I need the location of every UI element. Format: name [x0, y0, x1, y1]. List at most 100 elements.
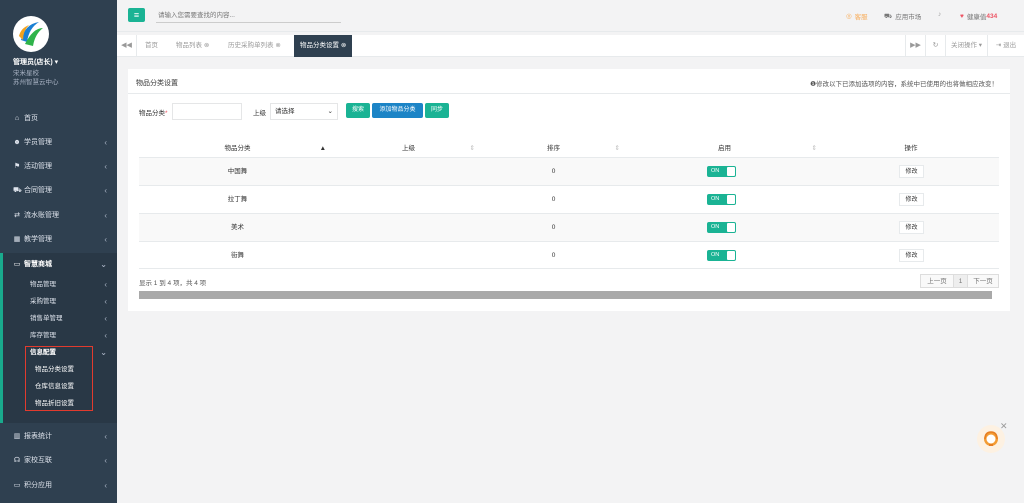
sort-icon: ⇕ [614, 145, 620, 152]
prev-page-button[interactable]: 上一页 [920, 274, 954, 288]
submenu-item-inventory[interactable]: 库存管理 ‹ [30, 329, 115, 343]
category-input[interactable] [172, 103, 242, 120]
close-icon[interactable]: ⊗ [341, 42, 346, 49]
sort-asc-icon: ▲ [319, 145, 326, 152]
bell-icon[interactable]: ♪ [938, 11, 941, 18]
sidebar-item-students[interactable]: ☻ 学员管理 ‹ [0, 132, 117, 152]
edit-button[interactable]: 修改 [899, 221, 924, 234]
hamburger-icon: ≡ [133, 10, 140, 20]
bank-icon: ▦ [13, 236, 21, 243]
user-name[interactable]: 管理员(店长) ▾ [13, 57, 58, 67]
close-icon[interactable]: ✕ [1000, 421, 1008, 432]
cell-parent [336, 242, 481, 270]
cell-category: 美术 [231, 224, 244, 231]
edit-button[interactable]: 修改 [899, 249, 924, 262]
horizontal-scrollbar[interactable] [139, 291, 992, 299]
sidebar-item-home[interactable]: ⌂ 首页 [0, 108, 117, 128]
sidebar-item-home-school[interactable]: ☊ 家校互联 ‹ [0, 450, 117, 470]
exit-button[interactable]: ⇥ 退出 [987, 35, 1024, 57]
health-indicator[interactable]: ♥ 健康值 434 [960, 11, 997, 22]
cell-category: 街舞 [231, 252, 244, 259]
submenu-item-category-settings[interactable]: 物品分类设置 [35, 363, 74, 377]
close-icon[interactable]: ⊗ [204, 42, 209, 49]
app-market-link[interactable]: ⛟ 应用市场 [884, 11, 921, 22]
main-panel: 物品分类设置 ❶修改以下已添加选项的内容，系统中已使用的也将做相应改变！ 物品分… [128, 69, 1010, 311]
credit-card-icon: ▭ [13, 482, 21, 489]
tab-category-settings[interactable]: 物品分类设置 ⊗ [294, 35, 353, 57]
sidebar-item-ledger[interactable]: ⇄ 流水账管理 ‹ [0, 205, 117, 225]
cell-sort: 0 [551, 196, 556, 203]
search-input[interactable] [156, 8, 341, 23]
support-icon: ◎ [846, 13, 852, 20]
column-header-action: 操作 [904, 145, 918, 152]
enabled-toggle[interactable]: ON [707, 194, 736, 205]
submenu-item-goods[interactable]: 物品管理 ‹ [30, 278, 115, 292]
sidebar-item-activities[interactable]: ⚑ 活动管理 ‹ [0, 156, 117, 176]
sort-icon: ⇕ [811, 145, 817, 152]
cell-sort: 0 [551, 252, 556, 259]
edit-button[interactable]: 修改 [899, 165, 924, 178]
link-icon: ☊ [13, 457, 21, 464]
submenu-item-sales[interactable]: 销售单管理 ‹ [30, 312, 115, 326]
table-row: 中国舞 0 ON 修改 [139, 157, 999, 185]
add-category-button[interactable]: 添加物品分类 [372, 103, 423, 118]
refresh-icon[interactable]: ↻ [925, 35, 945, 57]
chevron-down-icon: ⌄ [327, 108, 333, 115]
divider [128, 93, 1010, 94]
sidebar-item-contracts[interactable]: ⛟ 合同管理 ‹ [0, 180, 117, 200]
tab-home[interactable]: 首页 [139, 35, 164, 57]
edit-button[interactable]: 修改 [899, 193, 924, 206]
table-row: 街舞 0 ON 修改 [139, 241, 999, 269]
cart-icon: ⛟ [13, 186, 22, 194]
parent-select[interactable]: 请选择 ⌄ [270, 103, 338, 120]
sidebar-item-smart-mall[interactable]: ▭ 智慧商城 ⌄ [0, 254, 117, 274]
chevron-left-icon: ‹ [104, 331, 107, 340]
menu-toggle-button[interactable]: ≡ [128, 8, 145, 22]
enabled-toggle[interactable]: ON [707, 222, 736, 233]
home-icon: ⌂ [14, 114, 20, 122]
search-button[interactable]: 搜索 [346, 103, 370, 118]
submenu-item-warehouse-settings[interactable]: 仓库信息设置 [35, 380, 74, 394]
tab-goods-list[interactable]: 物品列表 ⊗ [170, 35, 215, 57]
cell-category: 拉丁舞 [227, 196, 248, 203]
chevron-left-icon: ‹ [104, 314, 107, 323]
scroll-tabs-right-button[interactable]: ▶▶ [905, 35, 925, 57]
column-header-sort[interactable]: 排序 ⇕ [481, 140, 626, 157]
page-number-button[interactable]: 1 [953, 274, 968, 288]
close-operations-dropdown[interactable]: 关闭操作 ▾ [945, 35, 987, 57]
next-page-button[interactable]: 下一页 [967, 274, 999, 288]
chevron-left-icon: ‹ [104, 280, 107, 289]
cell-category: 中国舞 [227, 168, 248, 175]
sync-button[interactable]: 同步 [425, 103, 449, 118]
category-label: 物品分类* [139, 110, 168, 117]
scroll-tabs-left-button[interactable]: ◀◀ [117, 35, 137, 57]
chevron-left-icon: ‹ [104, 455, 107, 465]
tab-purchase-history[interactable]: 历史采购单列表 ⊗ [222, 35, 287, 57]
sidebar-item-reports[interactable]: ▥ 报表统计 ‹ [0, 426, 117, 446]
chevron-left-icon: ‹ [104, 137, 107, 147]
table-row: 拉丁舞 0 ON 修改 [139, 185, 999, 213]
chart-icon: ▥ [13, 433, 21, 440]
sidebar-item-teaching[interactable]: ▦ 教学管理 ‹ [0, 229, 117, 249]
close-icon[interactable]: ⊗ [275, 42, 280, 49]
sidebar-item-points[interactable]: ▭ 积分应用 ‹ [0, 475, 117, 495]
submenu-item-purchase[interactable]: 采购管理 ‹ [30, 295, 115, 309]
cell-parent [336, 186, 481, 214]
pagination-info: 显示 1 到 4 项，共 4 项 [139, 280, 207, 287]
column-header-parent[interactable]: 上级 ⇕ [336, 140, 481, 157]
column-header-enabled[interactable]: 启用 ⇕ [626, 140, 823, 157]
chevron-left-icon: ‹ [104, 234, 107, 244]
users-icon: ☻ [13, 138, 21, 146]
sidebar: 管理员(店长) ▾ 宋米星校 苏州智慧云中心 ⌂ 首页 ☻ 学员管理 ‹ ⚑ 活动管理 ‹… [0, 0, 117, 503]
service-link[interactable]: ◎ 客服 [846, 11, 868, 21]
chevron-left-icon: ‹ [104, 161, 107, 171]
submenu-item-depreciation-settings[interactable]: 物品折旧设置 [35, 397, 74, 411]
cell-parent [336, 214, 481, 242]
column-header-category[interactable]: 物品分类 ▲ [139, 140, 336, 157]
sort-icon: ⇕ [469, 145, 475, 152]
parent-label: 上级 [253, 110, 266, 117]
enabled-toggle[interactable]: ON [707, 166, 736, 177]
chevron-left-icon: ‹ [104, 431, 107, 441]
chevron-down-icon: ⌄ [100, 259, 107, 269]
enabled-toggle[interactable]: ON [707, 250, 736, 261]
